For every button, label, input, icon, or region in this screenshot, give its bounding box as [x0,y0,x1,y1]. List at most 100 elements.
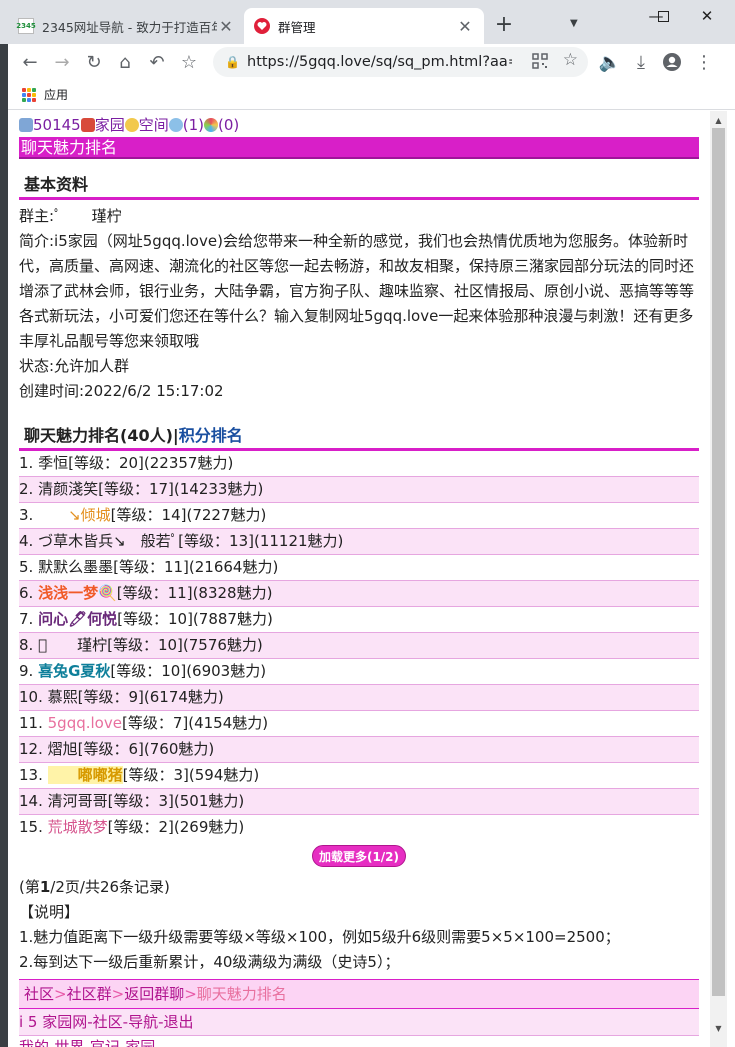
desktop-edge [0,44,8,1047]
pager-info: (第1/2页/共26条记录) [19,875,699,900]
close-window-button[interactable]: ✕ [684,0,730,32]
rank-index: 15. [19,818,43,836]
rank-index: 10. [19,688,43,706]
message-count-link[interactable]: (1) [183,116,204,134]
member-name[interactable]: 季恒 [38,454,68,472]
page-viewport: 50145 家园 空间 (1) (0) 聊天魅力排名 基本资料 群主:ﾟ 瑾柠 简介:i… [8,111,727,1047]
breadcrumb-community[interactable]: 社区 [24,985,54,1003]
rank-index: 3. [19,506,34,524]
member-meta: [等级：11](21664魅力) [113,558,279,576]
member-name[interactable]: 默默么墨墨 [38,558,113,576]
rank-heading: 聊天魅力排名(40人)|积分排名 [19,424,699,451]
member-meta: [等级：7](4154魅力) [121,714,269,732]
apps-grid-icon[interactable] [22,88,36,102]
footer-partial-links[interactable]: 我的-世界-官记-家园 [19,1036,699,1047]
user-topline: 50145 家园 空间 (1) (0) [19,115,699,135]
scroll-down-arrow-icon[interactable]: ▼ [714,1024,723,1033]
group-created: 创建时间:2022/6/2 15:17:02 [19,382,224,400]
rank-index: 14. [19,792,43,810]
tab-group-manage[interactable]: 群管理 ✕ [244,8,484,44]
member-meta: [等级：14](7227魅力) [110,506,267,524]
member-name[interactable]: 5gqq.love [48,714,122,732]
tab-search-icon[interactable]: ▼ [570,18,584,32]
bookmark-star-icon[interactable]: ☆ [175,48,203,76]
scroll-thumb[interactable] [712,128,725,996]
tab-2345[interactable]: 2345 2345网址导航 - 致力于打造百年 ✕ [8,8,245,44]
heart-favicon-icon [254,18,270,34]
address-bar[interactable]: 🔒 https://5gqq.love/sq/sq_pm.html?aa=...… [213,47,588,77]
breadcrumb-separator: > [184,985,197,1003]
forward-arrow-icon[interactable]: → [48,48,76,76]
breadcrumb-separator: > [54,985,67,1003]
notice-count-link[interactable]: (0) [218,116,239,134]
toolbar: ← → ↻ ⌂ ↶ ☆ 🔒 https://5gqq.love/sq/sq_pm… [0,44,735,80]
rank-row: 1. 季恒[等级：20](22357魅力) [19,451,699,477]
member-name[interactable]: 喜兔G夏秋 [38,662,110,680]
mute-icon[interactable]: 🔈 [596,48,624,76]
member-name[interactable]: ↘倾城 [38,506,111,524]
member-meta: [等级：10](7576魅力) [107,636,263,654]
member-name[interactable]: 嘟嘟猪 [47,766,123,784]
scroll-up-arrow-icon[interactable]: ▲ [714,116,723,125]
back-arrow-icon[interactable]: ← [16,48,44,76]
member-name[interactable]: 浅浅一梦🍭 [38,584,117,602]
download-icon[interactable]: ⤓ [627,48,655,76]
points-rank-link[interactable]: 积分排名 [179,426,243,445]
group-intro: 简介:i5家园（网址5gqq.love)会给您带来一种全新的感觉，我们也会热情优… [19,232,695,350]
new-tab-button[interactable]: + [490,12,518,40]
breadcrumb-groups[interactable]: 社区群 [67,985,112,1003]
profile-icon[interactable] [658,48,686,76]
maximize-button[interactable] [640,0,686,32]
breadcrumb-back-chat[interactable]: 返回群聊 [124,985,184,1003]
home-link[interactable]: 家园 [95,116,125,134]
member-meta: [等级：10](6903魅力) [110,662,267,680]
owner-name[interactable]: ﾟ 瑾柠 [54,207,122,225]
member-name[interactable]: 荒城散梦 [48,818,108,836]
menu-kebab-icon[interactable]: ⋮ [690,48,718,76]
load-more-button[interactable]: 加载更多(1/2) [311,845,407,867]
user-id-link[interactable]: 50145 [33,116,81,134]
home-house-icon [80,118,95,132]
apps-label[interactable]: 应用 [44,86,68,103]
member-name[interactable]: 熠旭 [48,740,78,758]
reload-icon[interactable]: ↻ [80,48,108,76]
undo-icon[interactable]: ↶ [143,48,171,76]
note-1: 1.魅力值距离下一级升级需要等级×等级×100，例如5级升6级则需要5×5×10… [19,928,620,946]
home-icon[interactable]: ⌂ [111,48,139,76]
member-meta: [等级：11](8328魅力) [116,584,273,602]
qr-code-icon[interactable] [532,53,548,69]
2345-favicon-icon: 2345 [16,18,36,34]
rank-row: 6. 浅浅一梦🍭[等级：11](8328魅力) [19,581,699,607]
member-name[interactable]: 清颜淺笑 [38,480,98,498]
member-meta: [等级：20](22357魅力) [68,454,234,472]
rank-index: 9. [19,662,34,680]
rank-row: 3. ↘倾城[等级：14](7227魅力) [19,503,699,529]
bookmarks-bar: 应用 [0,80,735,110]
rank-row: 2. 清颜淺笑[等级：17](14233魅力) [19,477,699,503]
member-meta: [等级：3](594魅力) [122,766,260,784]
tab-title: 2345网址导航 - 致力于打造百年 [42,19,217,35]
pager-current: 1 [39,878,51,896]
member-meta: [等级：6](760魅力) [77,740,215,758]
member-name[interactable]: 慕熙 [48,688,78,706]
member-meta: [等级：2](269魅力) [107,818,245,836]
rank-index: 7. [19,610,34,628]
close-icon[interactable]: ✕ [456,17,474,36]
rank-row: 15. 荒城散梦[等级：2](269魅力) [19,815,699,841]
message-bubble-icon [168,118,183,132]
member-name[interactable]: 清河哥哥 [48,792,108,810]
member-name[interactable]: 问心🖊何悦 [38,610,117,628]
close-icon[interactable]: ✕ [217,17,235,36]
page-scrollbar[interactable]: ▲ ▼ [710,111,727,1047]
url-text[interactable]: https://5gqq.love/sq/sq_pm.html?aa=... [247,54,512,70]
pager-prefix: (第 [19,878,40,896]
member-meta: [等级：9](6174魅力) [77,688,224,706]
rank-index: 12. [19,740,43,758]
space-link[interactable]: 空间 [139,116,169,134]
rank-row: 4. づ草木皆兵↘ 般若ﾟ[等级：13](11121魅力) [19,529,699,555]
member-name[interactable]: づ草木皆兵↘ 般若ﾟ [38,532,178,550]
footer-links[interactable]: i 5 家园网-社区-导航-退出 [19,1009,699,1036]
bookmark-page-icon[interactable]: ☆ [563,50,578,70]
user-card-icon [19,118,33,132]
member-name[interactable]: ﾟ 瑾柠 [47,636,107,654]
